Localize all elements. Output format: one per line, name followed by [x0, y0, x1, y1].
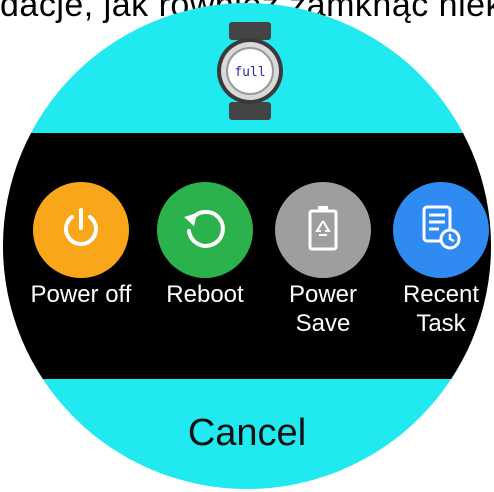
reboot-icon: [180, 203, 230, 258]
watch-icon: full: [215, 22, 285, 120]
reboot-button[interactable]: Reboot: [150, 182, 260, 309]
cancel-button[interactable]: Cancel: [0, 412, 494, 455]
power-save-button[interactable]: Power Save: [273, 182, 373, 338]
battery-saver-icon: [303, 203, 343, 258]
recent-task-label: Recent Task: [402, 281, 480, 337]
power-icon: [57, 204, 105, 257]
recent-task-circle: [393, 182, 489, 278]
watch-icon-label: full: [234, 65, 265, 80]
power-off-button[interactable]: Power off: [27, 182, 135, 309]
reboot-circle: [157, 182, 253, 278]
power-actions: Power off Reboot Power Save Recent Task: [0, 182, 494, 372]
power-save-label: Power Save: [288, 281, 358, 337]
reboot-label: Reboot: [166, 281, 244, 308]
recent-task-icon: [417, 203, 465, 258]
recent-task-button[interactable]: Recent Task: [386, 182, 494, 338]
power-save-circle: [275, 182, 371, 278]
power-off-circle: [33, 182, 129, 278]
power-off-label: Power off: [30, 281, 132, 308]
